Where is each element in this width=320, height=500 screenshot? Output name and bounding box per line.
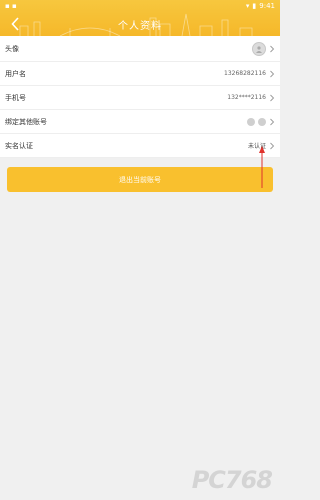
- annotation-arrow: [259, 146, 265, 188]
- watermark: PC768: [191, 466, 273, 494]
